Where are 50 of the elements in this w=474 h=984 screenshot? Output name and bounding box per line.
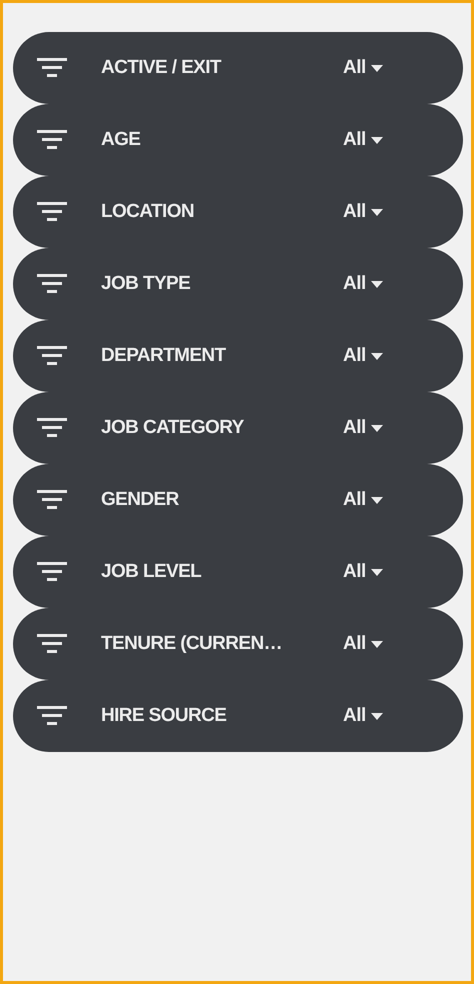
filter-label: GENDER [101, 489, 180, 511]
filter-label: LOCATION [101, 201, 196, 223]
caret-icon [370, 424, 383, 432]
filter-icon [37, 345, 67, 367]
filter-icon [37, 57, 67, 79]
filter-dropdown[interactable]: LOCATION All [13, 176, 463, 248]
caret-icon [370, 136, 383, 144]
filter-label: JOB LEVEL [101, 561, 202, 583]
filter-icon [37, 417, 67, 439]
filter-dropdown[interactable]: JOB LEVEL All [13, 536, 463, 608]
caret-icon [370, 280, 383, 288]
caret-icon [370, 496, 383, 504]
filter-icon [37, 633, 67, 655]
caret-icon [370, 352, 383, 360]
dropdown-value: All [343, 417, 366, 439]
dropdown-value: All [343, 633, 366, 655]
filter-dropdown[interactable]: GENDER All [13, 464, 463, 536]
filter-dropdown[interactable]: JOB TYPE All [13, 248, 463, 320]
dropdown-value: All [343, 345, 366, 367]
dropdown-value: All [343, 201, 366, 223]
filter-label: HIRE SOURCE [101, 705, 228, 727]
filter-label: DEPARTMENT [101, 345, 227, 367]
filter-dropdown[interactable]: HIRE SOURCE All [13, 680, 463, 752]
filter-icon [37, 561, 67, 583]
filter-dropdown[interactable]: JOB CATEGORY All [13, 392, 463, 464]
caret-icon [370, 64, 383, 72]
filter-icon [37, 201, 67, 223]
dropdown-value: All [343, 705, 366, 727]
filter-dropdown[interactable]: TENURE (CURREN… All [13, 608, 463, 680]
caret-icon [370, 208, 383, 216]
caret-icon [370, 640, 383, 648]
filter-icon [37, 705, 67, 727]
dropdown-value: All [343, 57, 366, 79]
caret-icon [370, 568, 383, 576]
dropdown-value: All [343, 129, 366, 151]
filter-icon [37, 489, 67, 511]
dropdown-value: All [343, 561, 366, 583]
caret-icon [370, 712, 383, 720]
filter-dropdown[interactable]: DEPARTMENT All [13, 320, 463, 392]
filter-icon [37, 273, 67, 295]
filter-dropdown[interactable]: AGE All [13, 104, 463, 176]
filter-label: JOB TYPE [101, 273, 192, 295]
filter-label: JOB CATEGORY [101, 417, 245, 439]
dropdown-value: All [343, 489, 366, 511]
dropdown-value: All [343, 273, 366, 295]
filter-dropdown[interactable]: ACTIVE / EXIT All [13, 32, 463, 104]
filter-icon [37, 129, 67, 151]
filter-label: TENURE (CURREN… [101, 633, 284, 655]
filter-label: AGE [101, 129, 142, 151]
filter-label: ACTIVE / EXIT [101, 57, 222, 79]
